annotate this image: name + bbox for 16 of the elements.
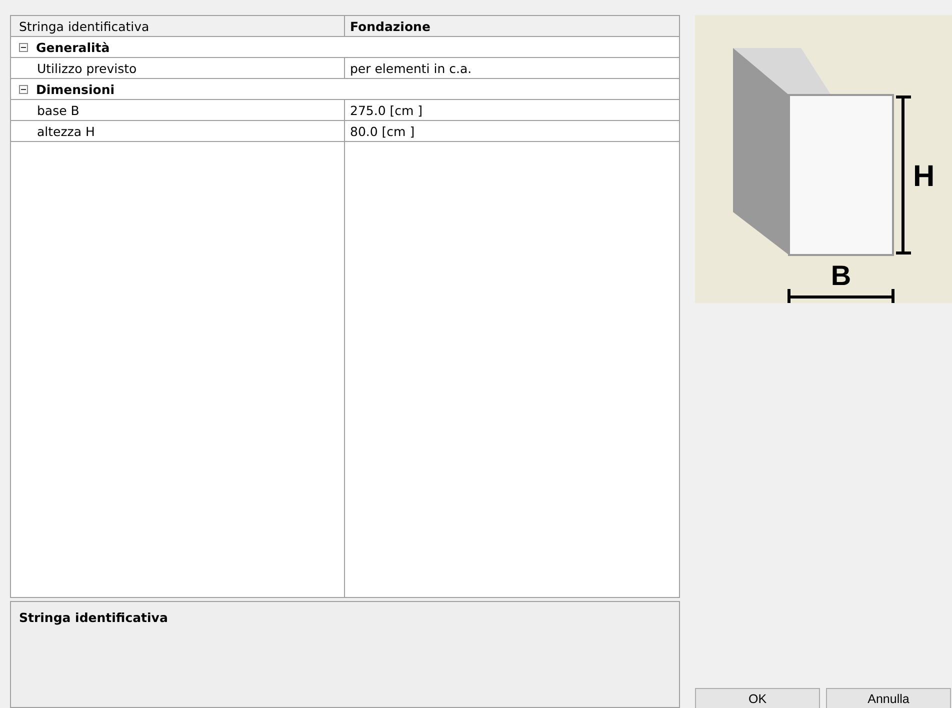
collapse-toggle-icon[interactable] (19, 84, 28, 94)
category-label: Generalità (36, 40, 110, 54)
description-title: Stringa identificativa (19, 610, 168, 625)
collapse-toggle-icon[interactable] (19, 42, 28, 52)
block-dimension-drawing: H B (695, 15, 952, 303)
property-value[interactable]: per elementi in c.a. (350, 60, 472, 76)
property-name: Utilizzo previsto (37, 60, 137, 76)
property-name: altezza H (37, 124, 95, 138)
property-value[interactable]: 80.0 [cm ] (350, 124, 415, 138)
property-name: base B (37, 102, 80, 118)
property-name: Stringa identificativa (19, 18, 150, 34)
property-value[interactable]: 275.0 [cm ] (350, 102, 423, 118)
property-value[interactable]: Fondazione (350, 18, 430, 34)
category-label: Dimensioni (36, 82, 115, 96)
dialog-button[interactable]: OK (695, 688, 820, 708)
dialog-button[interactable]: Annulla (826, 688, 951, 708)
